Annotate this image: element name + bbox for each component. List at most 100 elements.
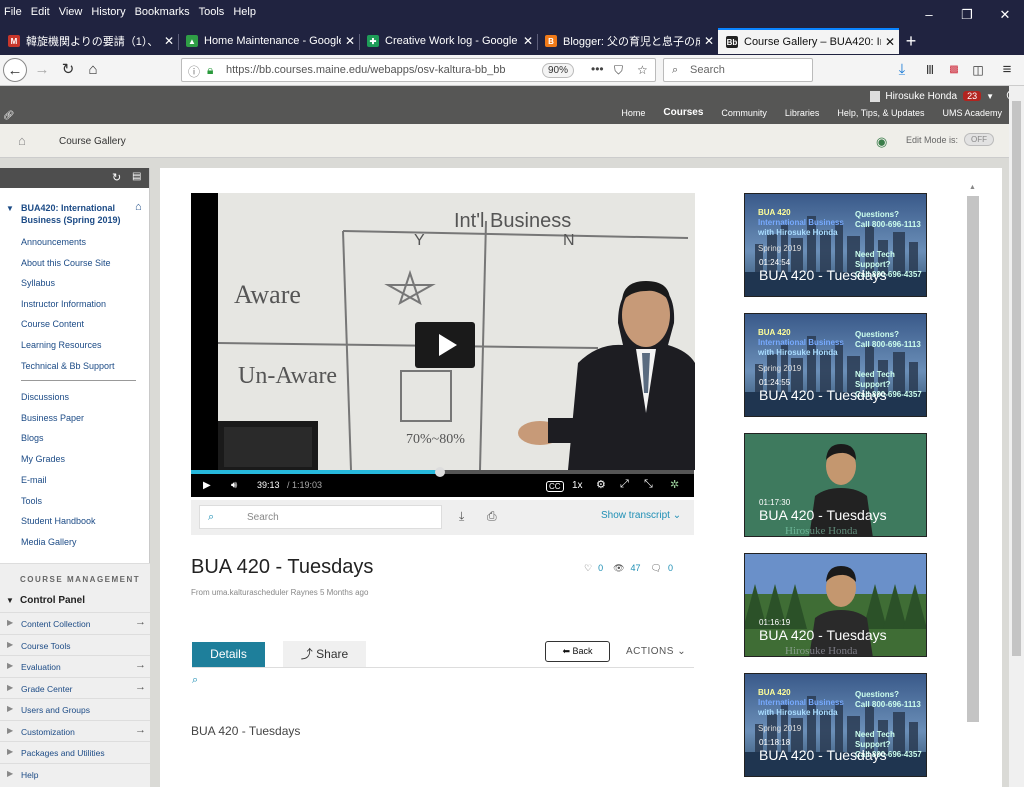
tab-close-icon[interactable]: ✕ xyxy=(519,34,537,48)
related-video-thumb[interactable]: BUA 420 International Business with Hirosu… xyxy=(744,193,927,297)
course-link[interactable]: Technical & Bb Support xyxy=(21,361,115,371)
scroll-up-arrow-icon[interactable]: ▲ xyxy=(969,184,976,191)
bookmark-star-icon[interactable]: ☆ xyxy=(637,63,648,77)
home-crumb-icon[interactable]: ⌂ xyxy=(18,133,26,148)
transcript-search-input[interactable]: ⌕ Search xyxy=(199,505,442,529)
tab-0[interactable]: M 韓旋機関よりの要請（1）、 ✕ xyxy=(0,28,178,54)
control-panel-item[interactable]: ▶ Users and Groups xyxy=(0,698,150,720)
page-scrollbar[interactable] xyxy=(1009,86,1024,787)
play-small-icon[interactable]: ▶ xyxy=(203,480,211,491)
close-window-button[interactable]: ✕ xyxy=(986,0,1024,28)
expand-caret-icon[interactable]: ▶ xyxy=(7,618,13,627)
link-icon[interactable]: 🔗︎ xyxy=(3,110,14,121)
bb-nav-home[interactable]: Home xyxy=(621,106,645,120)
playback-speed[interactable]: 1x xyxy=(572,480,583,491)
menu-tools[interactable]: Tools xyxy=(199,0,225,24)
edit-mode-value[interactable]: OFF xyxy=(964,133,994,146)
tab-close-icon[interactable]: ✕ xyxy=(341,34,359,48)
gallery-scrollbar[interactable] xyxy=(967,196,979,722)
course-link[interactable]: Learning Resources xyxy=(21,340,102,350)
captions-icon[interactable]: CC xyxy=(546,481,564,492)
tab-details[interactable]: Details xyxy=(192,642,265,667)
tab-close-icon[interactable]: ✕ xyxy=(700,34,718,48)
caret-down-icon[interactable]: ▼ xyxy=(986,92,994,101)
course-link[interactable]: Announcements xyxy=(21,237,86,247)
tab-3[interactable]: B Blogger: 父の育児と息子の成長✕ xyxy=(537,28,718,54)
course-link[interactable]: Tools xyxy=(21,496,42,506)
tab-4[interactable]: Bb Course Gallery – BUA420: Intern✕ xyxy=(718,28,899,54)
play-overlay-button[interactable] xyxy=(415,322,475,368)
heart-icon[interactable]: ♡ xyxy=(584,563,592,574)
expand-caret-icon[interactable]: ▶ xyxy=(7,747,13,756)
tab-close-icon[interactable]: ✕ xyxy=(160,34,178,48)
restore-button[interactable]: ❐ xyxy=(948,0,986,28)
progress-bar[interactable] xyxy=(191,467,694,477)
course-link[interactable]: Instructor Information xyxy=(21,299,106,309)
expand-caret-icon[interactable]: ▶ xyxy=(7,726,13,735)
course-link[interactable]: Blogs xyxy=(21,433,44,443)
arrow-right-icon[interactable]: → xyxy=(135,724,146,736)
actions-dropdown[interactable]: ACTIONS ⌄ xyxy=(626,646,686,657)
arrow-right-icon[interactable]: → xyxy=(135,616,146,628)
course-link[interactable]: Syllabus xyxy=(21,278,55,288)
related-video-thumb[interactable]: BUA 420 International Business with Hirosu… xyxy=(744,313,927,417)
tab-2[interactable]: ✚ Creative Work log - Google She✕ xyxy=(359,28,537,54)
student-preview-eye-icon[interactable]: ◉ xyxy=(876,134,887,150)
course-link[interactable]: Student Handbook xyxy=(21,516,96,526)
control-panel-item[interactable]: ▶ Content Collection → xyxy=(0,612,150,634)
sidebar-toggle-icon[interactable]: ◫ xyxy=(966,58,990,82)
comment-icon[interactable]: 🗨︎ xyxy=(651,563,662,574)
info-icon[interactable]: ⓘ xyxy=(188,63,200,80)
control-panel-item[interactable]: ▶ Help xyxy=(0,762,150,785)
bb-nav-courses[interactable]: Courses xyxy=(663,106,703,120)
forward-arrow-icon[interactable]: → xyxy=(30,58,54,82)
pocket-icon[interactable]: ⛉ xyxy=(614,63,623,78)
control-panel-item[interactable]: ▶ Packages and Utilities xyxy=(0,741,150,763)
url-bar[interactable]: ⓘ 🔒︎ https://bb.courses.maine.edu/webapp… xyxy=(181,58,656,82)
control-panel-item[interactable]: ▶ Evaluation → xyxy=(0,655,150,677)
expand-caret-icon[interactable]: ▶ xyxy=(7,661,13,670)
menu-help[interactable]: Help xyxy=(233,0,256,24)
page-scrollbar-thumb[interactable] xyxy=(1012,101,1021,656)
tab-1[interactable]: ▲ Home Maintenance - Google D ✕ xyxy=(178,28,359,54)
bb-nav-libraries[interactable]: Libraries xyxy=(785,106,820,120)
menu-bookmarks[interactable]: Bookmarks xyxy=(135,0,190,24)
zoom-level[interactable]: 90% xyxy=(542,63,574,78)
search-box[interactable]: ⌕ Search xyxy=(663,58,813,82)
volume-icon[interactable]: 🔊︎ xyxy=(231,480,237,491)
menu-edit[interactable]: Edit xyxy=(31,0,50,24)
bb-nav-community[interactable]: Community xyxy=(721,106,767,120)
show-transcript-link[interactable]: Show transcript ⌄ xyxy=(601,510,681,521)
related-video-thumb[interactable]: Hirosuke Honda 01:16:19 BUA 420 - Tuesdays xyxy=(744,553,927,657)
bb-nav-ums-academy[interactable]: UMS Academy xyxy=(942,106,1002,120)
expand-caret-icon[interactable]: ▶ xyxy=(7,769,13,778)
extension-icon[interactable]: ▩ xyxy=(942,58,966,82)
control-panel-label[interactable]: Control Panel xyxy=(20,595,85,606)
minimize-button[interactable]: – xyxy=(910,0,948,28)
refresh-icon[interactable]: ↻ xyxy=(112,171,121,184)
settings-gear-icon[interactable]: ⚙ xyxy=(596,478,606,491)
expand-caret-icon[interactable]: ▶ xyxy=(7,640,13,649)
reload-icon[interactable]: ↻ xyxy=(56,58,80,82)
control-panel-item[interactable]: ▶ Customization → xyxy=(0,719,150,742)
control-panel-item[interactable]: ▶ Grade Center → xyxy=(0,676,150,699)
course-title[interactable]: BUA420: International Business (Spring 2… xyxy=(21,202,131,226)
download-icon[interactable]: ⤓ xyxy=(890,58,914,82)
arrow-right-icon[interactable]: → xyxy=(135,659,146,671)
tab-share[interactable]: ⤴ Share xyxy=(283,641,366,667)
arrow-right-icon[interactable]: → xyxy=(135,681,146,693)
course-link[interactable]: E-mail xyxy=(21,475,47,485)
edit-mode-toggle[interactable]: Edit Mode is: OFF xyxy=(906,133,994,146)
back-arrow-icon[interactable]: ← xyxy=(3,58,27,82)
bb-nav-help-tips-updates[interactable]: Help, Tips, & Updates xyxy=(837,106,924,120)
course-link[interactable]: My Grades xyxy=(21,454,65,464)
home-icon[interactable]: ⌂ xyxy=(81,58,105,82)
tab-close-icon[interactable]: ✕ xyxy=(881,35,899,49)
course-link[interactable]: Course Content xyxy=(21,319,84,329)
download-transcript-icon[interactable]: ⤓ xyxy=(459,509,464,524)
new-tab-button[interactable]: + xyxy=(899,28,923,54)
control-panel-item[interactable]: ▶ Course Tools xyxy=(0,633,150,656)
library-icon[interactable]: Ⅲ xyxy=(918,58,942,82)
control-panel-caret-icon[interactable]: ▼ xyxy=(6,596,14,605)
video-player[interactable]: Int'l Business Y N Aware Un-Aware 70%~80… xyxy=(191,193,695,497)
